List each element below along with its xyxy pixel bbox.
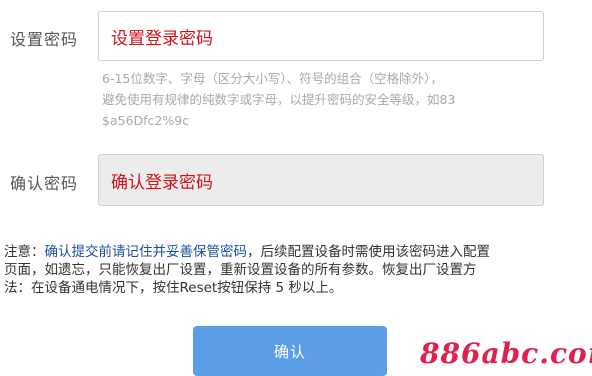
password-hint-line: $a56Dfc2%9c xyxy=(102,113,190,128)
password-hint-line: 6-15位数字、字母（区分大小写）、符号的组合（空格除外）， xyxy=(102,71,443,86)
notice-emphasis: 确认提交前请记住并妥善保管密码 xyxy=(44,244,248,260)
password-field-value: 设置登录密码 xyxy=(111,28,213,49)
notice-prefix: 注意： xyxy=(4,244,45,260)
notice-line-2: 页面，如遗忘，只能恢复出厂设置，重新设置设备的所有参数。恢复出厂设置方 xyxy=(4,262,477,278)
password-field[interactable]: 设置登录密码 xyxy=(98,11,544,61)
notice-line-3: 法：在设备通电情况下，按住Reset按钮保持 5 秒以上。 xyxy=(4,280,343,296)
notice-line-1: 注意：确认提交前请记住并妥善保管密码，后续配置设备时需使用该密码进入配置 xyxy=(4,243,584,261)
confirm-button[interactable]: 确认 xyxy=(193,326,387,376)
confirm-button-label: 确认 xyxy=(273,342,306,361)
confirm-password-label: 确认密码 xyxy=(10,174,79,193)
password-label: 设置密码 xyxy=(10,30,79,49)
confirm-password-field[interactable]: 确认登录密码 xyxy=(98,154,544,206)
confirm-password-field-value: 确认登录密码 xyxy=(111,172,213,193)
notice-text: 注意：确认提交前请记住并妥善保管密码，后续配置设备时需使用该密码进入配置 页面，… xyxy=(4,243,584,297)
password-hint: 6-15位数字、字母（区分大小写）、符号的组合（空格除外）， 避免使用有规律的纯… xyxy=(102,68,548,131)
password-hint-line: 避免使用有规律的纯数字或字母，以提升密码的安全等级，如83 xyxy=(102,92,456,107)
notice-line-1-rest: ，后续配置设备时需使用该密码进入配置 xyxy=(247,244,490,260)
watermark: 886abc.com xyxy=(420,337,592,370)
